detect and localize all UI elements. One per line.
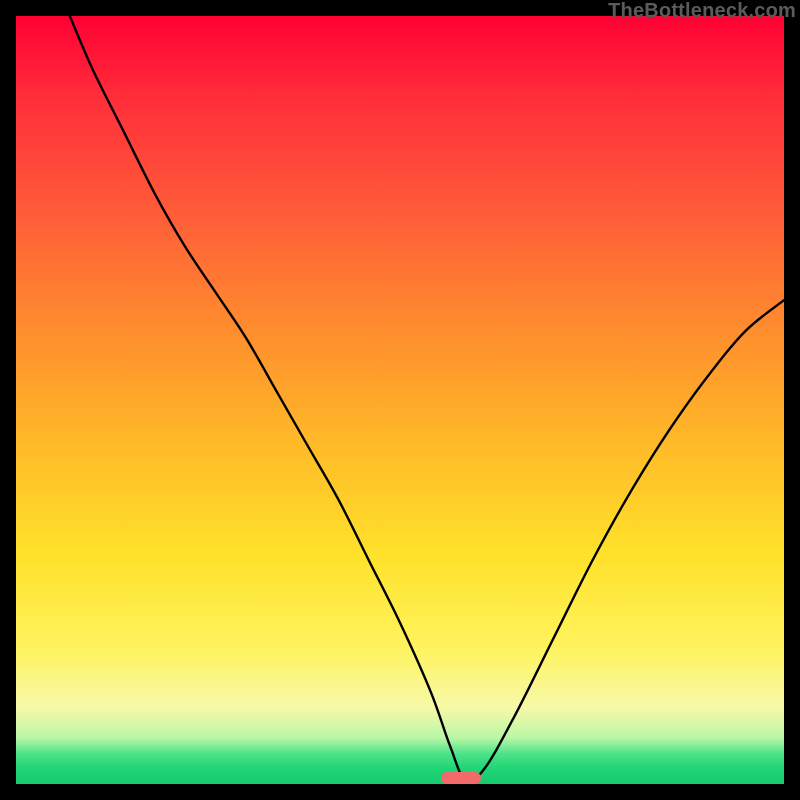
chart-frame: TheBottleneck.com [0,0,800,800]
curve-svg [16,16,784,784]
watermark-text: TheBottleneck.com [608,0,796,23]
bottleneck-curve [70,16,784,782]
plot-area [16,16,784,784]
minimum-marker-pill [441,772,481,784]
